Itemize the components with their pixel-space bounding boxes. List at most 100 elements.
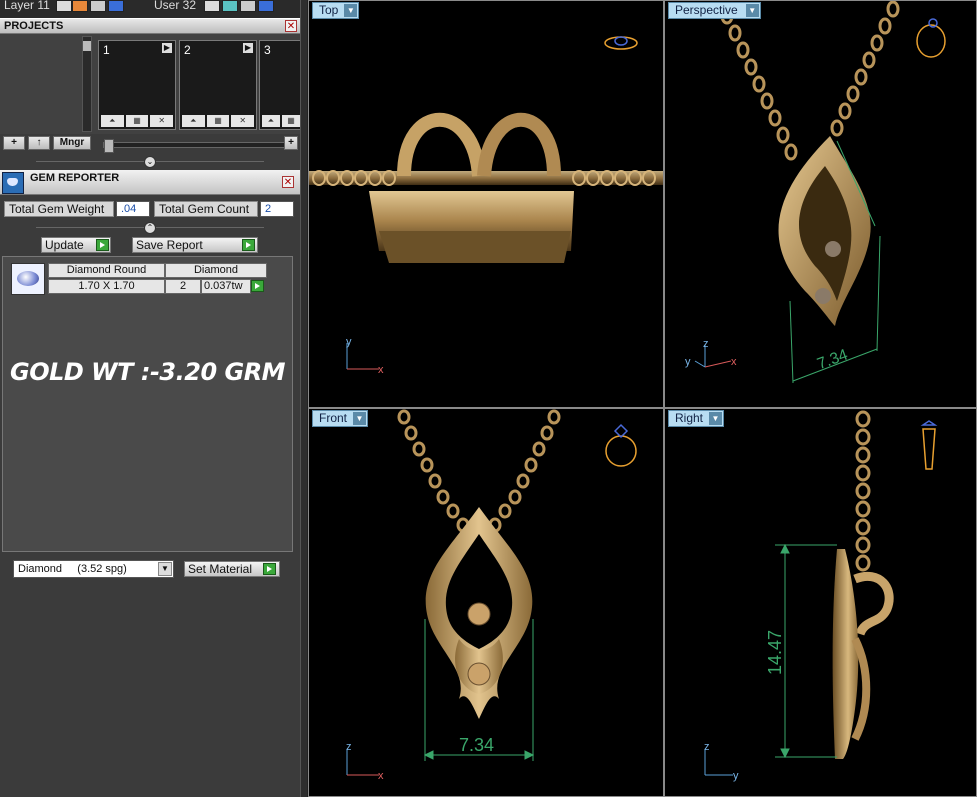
layer-arrow-icon[interactable] (56, 0, 72, 12)
save-icon[interactable]: ▦ (206, 115, 230, 127)
tab-top[interactable]: Top ▼ (312, 2, 360, 19)
load-icon[interactable]: ⏶ (101, 115, 124, 127)
viewport-right[interactable]: 14.47 z y Right ▼ (664, 408, 977, 797)
ring-navigator-icon[interactable] (920, 420, 938, 470)
user-label: User 32 (154, 0, 197, 12)
projects-title: PROJECTS (4, 20, 64, 32)
delete-icon[interactable]: ✕ (231, 115, 255, 127)
save-icon[interactable]: ▦ (125, 115, 149, 127)
tab-front[interactable]: Front ▼ (312, 410, 369, 427)
chevron-down-icon[interactable]: ▼ (344, 4, 358, 17)
add-project-button[interactable]: + (3, 136, 25, 150)
slider-thumb[interactable] (104, 139, 114, 153)
set-material-play-icon[interactable] (263, 563, 276, 575)
tab-perspective-label: Perspective (675, 3, 738, 17)
panel-splitter[interactable] (300, 0, 308, 797)
axis-y-label: y (733, 770, 739, 782)
move-up-button[interactable]: ↑ (28, 136, 50, 150)
left-panel: Layer 11 User 32 PROJECTS ✕ 1 ▶ ⏶ ▦ ✕ 2 ▶ … (0, 0, 300, 797)
user-arrow-icon[interactable] (204, 0, 220, 12)
gem-reporter-title: GEM REPORTER (30, 172, 120, 184)
gem-reporter-close-icon[interactable]: ✕ (282, 176, 294, 188)
axis-triad: z x (346, 741, 384, 782)
axis-z-label: z (704, 741, 710, 753)
axis-x-label: x (378, 770, 384, 782)
manager-button[interactable]: Mngr (53, 136, 91, 150)
total-gem-count-label: Total Gem Count (154, 201, 258, 217)
total-gem-count-value: 2 (260, 201, 294, 217)
projects-close-icon[interactable]: ✕ (285, 20, 297, 32)
ring-navigator-icon[interactable] (605, 423, 637, 467)
play-icon[interactable]: ▶ (243, 43, 253, 53)
chain-right (830, 1, 900, 137)
project-card-3[interactable]: 3 ⏶ ▦ (259, 40, 300, 130)
project-zoom-slider[interactable] (103, 139, 285, 153)
play-icon[interactable]: ▶ (162, 43, 172, 53)
front-view-render: 7.34 z x (346, 409, 637, 782)
set-material-label: Set Material (188, 562, 253, 576)
user-color-swatch[interactable] (222, 0, 238, 12)
axis-triad: z y (704, 741, 739, 782)
collapse-icon[interactable]: ⌄ (144, 156, 156, 168)
gem-list: Diamond Round Diamond 1.70 X 1.70 2 0.03… (2, 256, 293, 552)
axis-y-label: y (685, 356, 691, 368)
viewport-top[interactable]: y x Top ▼ (308, 0, 664, 408)
save-icon[interactable]: ▦ (282, 115, 300, 127)
load-icon[interactable]: ⏶ (182, 115, 205, 127)
viewport-front[interactable]: 7.34 z x Front ▼ (308, 408, 664, 797)
ring-navigator-icon[interactable] (916, 18, 946, 58)
user-lock-icon[interactable] (240, 0, 256, 12)
chain-left (397, 409, 470, 533)
set-material-button[interactable]: Set Material (184, 561, 280, 577)
chevron-down-icon[interactable]: ▼ (353, 412, 367, 425)
expand-icon[interactable]: ⌃ (144, 222, 156, 234)
chain-vertical (855, 410, 871, 572)
chevron-down-icon[interactable]: ▼ (158, 562, 172, 576)
chevron-down-icon[interactable]: ▼ (709, 412, 723, 425)
project-actions: ⏶ ▦ (262, 115, 300, 127)
axis-z-label: z (346, 741, 352, 753)
gold-weight-annotation: GOLD WT :-3.20 GRM (10, 358, 286, 386)
front-dimension-label: 7.34 (459, 735, 494, 755)
layer-label: Layer 11 (4, 0, 50, 12)
gem-weight-cell: 0.037tw (201, 279, 251, 294)
project-card-1[interactable]: 1 ▶ ⏶ ▦ ✕ (98, 40, 176, 130)
gem-row-play-icon[interactable] (251, 280, 264, 292)
update-label: Update (45, 238, 84, 252)
user-visibility-icon[interactable] (258, 0, 274, 12)
save-report-play-icon[interactable] (242, 239, 255, 251)
tab-front-label: Front (319, 411, 348, 425)
update-button[interactable]: Update (41, 237, 111, 253)
tab-top-label: Top (319, 3, 339, 17)
ring-navigator-icon[interactable] (604, 36, 638, 50)
chevron-down-icon[interactable]: ▼ (745, 4, 759, 17)
zoom-plus-button[interactable]: + (284, 136, 298, 150)
total-gem-weight-label: Total Gem Weight (4, 201, 114, 217)
project-card-2[interactable]: 2 ▶ ⏶ ▦ ✕ (179, 40, 257, 130)
scroll-thumb[interactable] (83, 41, 91, 51)
material-select[interactable]: Diamond (3.52 spg) ▼ (13, 560, 174, 578)
gem-shape-header: Diamond Round (48, 263, 165, 278)
layer-color-swatch[interactable] (72, 0, 88, 12)
tab-right[interactable]: Right ▼ (668, 410, 725, 427)
project-number: 3 (264, 43, 271, 57)
pendant-top-shape (369, 113, 574, 263)
gem-reporter-header: GEM REPORTER (0, 170, 300, 195)
tab-perspective[interactable]: Perspective ▼ (668, 2, 761, 19)
top-view-render: y x (309, 36, 663, 376)
update-play-icon[interactable] (96, 239, 109, 251)
layer-toolbar: Layer 11 User 32 (0, 0, 300, 18)
lock-icon[interactable] (90, 0, 106, 12)
axis-triad: y x (346, 336, 384, 376)
projects-scrollbar[interactable] (82, 36, 92, 132)
load-icon[interactable]: ⏶ (262, 115, 280, 127)
viewport-perspective[interactable]: 7.34 z y x Perspective ▼ (664, 0, 977, 408)
axis-y-label: y (346, 336, 352, 348)
delete-icon[interactable]: ✕ (150, 115, 174, 127)
tab-right-label: Right (675, 411, 704, 425)
layer-visibility-icon[interactable] (108, 0, 124, 12)
diamond-round-icon (11, 263, 45, 295)
gem-type-header: Diamond (165, 263, 267, 278)
save-report-button[interactable]: Save Report (132, 237, 258, 253)
gem-count-cell: 2 (165, 279, 201, 294)
